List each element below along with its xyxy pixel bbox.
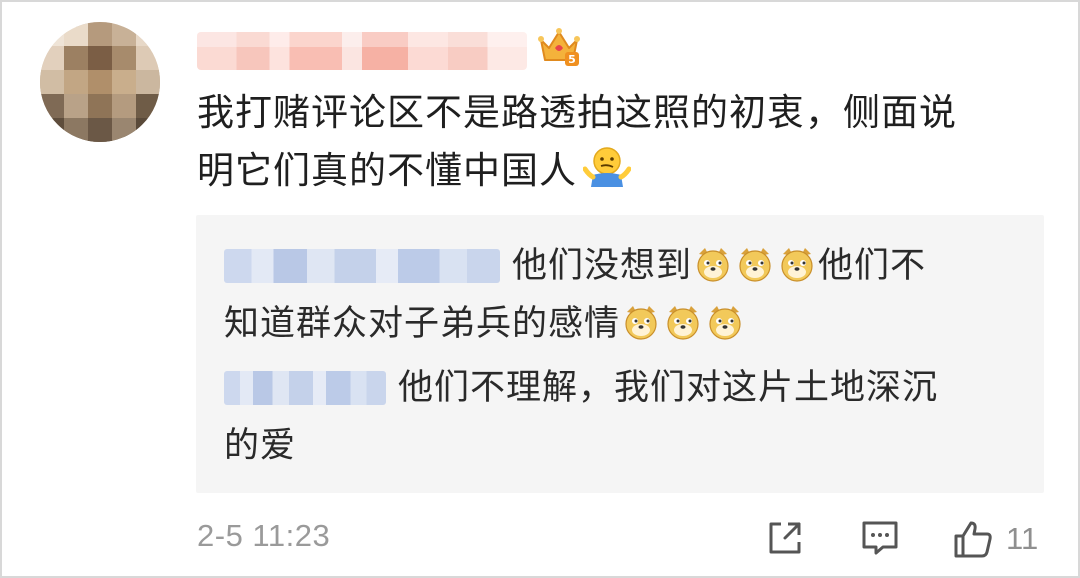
avatar[interactable]: [40, 22, 160, 142]
reply-1-line-2: 知道群众对子弟兵的感情: [224, 295, 1014, 353]
reply-1-text-a: 他们没想到: [512, 246, 693, 286]
comment-button[interactable]: [860, 518, 900, 558]
like-count: 11: [1006, 521, 1039, 556]
reply-1-text-c: 知道群众对子弟兵的感情: [224, 304, 621, 344]
doge-emoji-icon: [667, 306, 699, 340]
replies-box[interactable]: 他们没想到 他们不 知道群众对子弟兵的感情 他们不理解，我们对这片土地深沉 的爱: [196, 215, 1044, 493]
reply-2-text-a: 他们不理解，我们对这片土地深沉: [398, 368, 939, 408]
thumbs-up-icon: [954, 521, 992, 558]
reply-1-line-1: 他们没想到 他们不: [224, 237, 1014, 295]
reply-2-line-1: 他们不理解，我们对这片土地深沉: [224, 359, 1014, 417]
share-button[interactable]: [765, 518, 805, 558]
doge-emoji-icon: [625, 306, 657, 340]
comment-icon: [862, 521, 898, 555]
comment-card: 5 我打赌评论区不是路透拍这照的初衷，侧面说 明它们真的不懂中国人 他们没想到: [0, 0, 1080, 578]
reply-1[interactable]: 他们没想到 他们不 知道群众对子弟兵的感情: [224, 237, 1014, 353]
comment-text: 我打赌评论区不是路透拍这照的初衷，侧面说 明它们真的不懂中国人: [197, 84, 1057, 200]
username-blurred[interactable]: [197, 32, 527, 70]
share-icon: [769, 522, 801, 554]
like-button[interactable]: 11: [952, 518, 1038, 560]
crown-level: 5: [568, 53, 576, 66]
reply-2-username-blurred[interactable]: [224, 371, 386, 405]
crown-badge-icon: 5: [538, 28, 580, 66]
reply-1-text-b: 他们不: [818, 246, 927, 286]
doge-emoji-icon: [697, 248, 729, 282]
comment-line-2-text: 明它们真的不懂中国人: [197, 149, 577, 192]
comment-line-2: 明它们真的不懂中国人: [197, 142, 1057, 200]
shrug-emoji-icon: [583, 147, 631, 187]
reply-2[interactable]: 他们不理解，我们对这片土地深沉 的爱: [224, 359, 1014, 475]
doge-emoji-icon: [709, 306, 741, 340]
doge-emoji-icon: [739, 248, 771, 282]
reply-1-username-blurred[interactable]: [224, 249, 500, 283]
comment-line-1: 我打赌评论区不是路透拍这照的初衷，侧面说: [197, 91, 957, 134]
timestamp: 2-5 11:23: [197, 518, 331, 553]
doge-emoji-icon: [781, 248, 813, 282]
reply-2-line-2: 的爱: [224, 426, 297, 466]
